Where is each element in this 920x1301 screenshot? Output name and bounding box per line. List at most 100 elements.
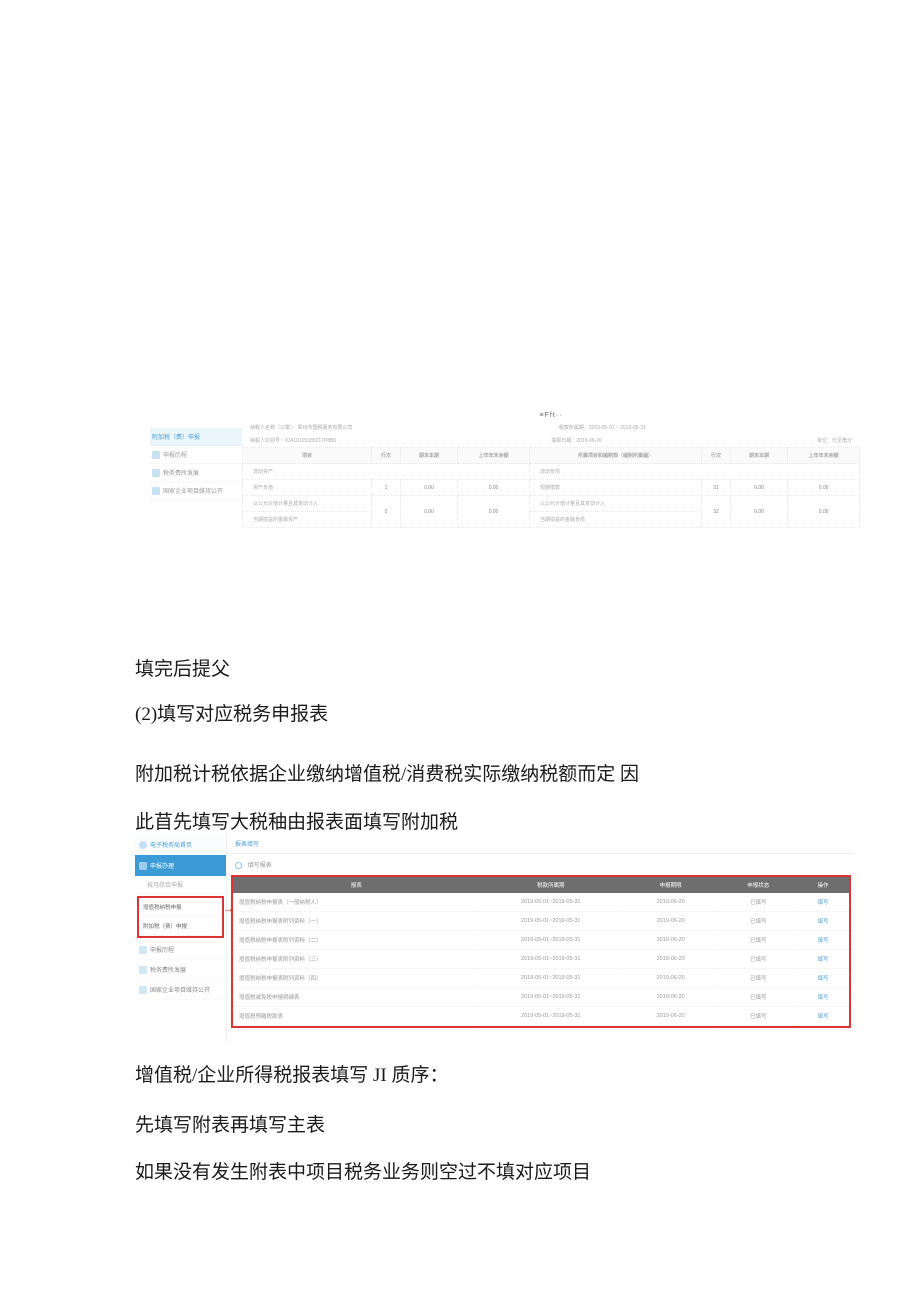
doc-icon	[139, 946, 147, 954]
col-current: 期末本期	[400, 448, 457, 464]
sidebar-item-history[interactable]: 申报历程	[150, 446, 242, 464]
col-report-name: 报表	[233, 877, 479, 893]
sidebar-sub-vat[interactable]: 增值税纳税申报	[139, 898, 222, 917]
col-period: 税款所属期	[479, 877, 622, 893]
table-row: 增值税纳税申报表（一般纳税人）2019-05-01~2019-05-312019…	[233, 893, 849, 912]
circle-icon	[235, 862, 242, 869]
table-row: 增值税预缴税款表2019-05-01~2019-05-312019-06-20已…	[233, 1007, 849, 1026]
doc-icon	[139, 986, 147, 994]
sidebar-sub-monthly[interactable]: 按月综合申报	[135, 876, 226, 894]
sidebar-item-disclosure[interactable]: 国家企业项目维持公开	[135, 980, 226, 1000]
col-ytd2: 上年年末余额	[788, 448, 860, 464]
report-list-table: 报表 税款所属期 申报期限 申报状态 操作 增值税纳税申报表（一般纳税人）201…	[233, 877, 849, 1026]
fill-hint-label: 填写报表	[248, 863, 272, 869]
cell-report-name: 增值税减免税申报明细表	[233, 988, 479, 1007]
sidebar-nav-2: 电子税务局首页 申报办理 按月综合申报 增值税纳税申报 附加税（费）申报 申报历…	[135, 834, 227, 1042]
highlight-box-sidebar: 增值税纳税申报 附加税（费）申报	[137, 896, 224, 938]
sidebar-item-history[interactable]: 申报历程	[135, 940, 226, 960]
fill-link[interactable]: 填写	[797, 988, 849, 1007]
form-title: ≡Fft··	[242, 410, 860, 421]
col-ytd: 上年年末余额	[458, 448, 530, 464]
form-meta-row-2: 纳税人识别号：91410105335217P8B0 填报日期：2019-06-2…	[242, 434, 860, 447]
col-status: 申报状态	[719, 877, 797, 893]
fill-hint: 填写报表	[227, 854, 855, 875]
home-icon	[139, 841, 147, 849]
sidebar-item-fee[interactable]: 税务费所发展	[150, 464, 242, 482]
cell-period: 2019-05-01~2019-05-31	[479, 912, 622, 931]
cell-period: 2019-05-01~2019-05-31	[479, 893, 622, 912]
doc-icon	[152, 487, 160, 495]
cell-due: 2019-06-20	[622, 1007, 719, 1026]
table-row: 以公允价值计量且其变动计入 2 0.00 0.00 以公允价值计量且其变动计入 …	[243, 496, 860, 512]
unit-label: 单位：元至角分	[817, 437, 852, 444]
cell-status: 已填写	[719, 912, 797, 931]
cell-report-name: 增值税纳税申报表（一般纳税人）	[233, 893, 479, 912]
fill-link[interactable]: 填写	[797, 893, 849, 912]
sidebar-label: 税务费所发展	[163, 468, 199, 477]
cell-status: 已填写	[719, 931, 797, 950]
doc-icon	[152, 451, 160, 459]
paragraph-order-heading: 增值税/企业所得税报表填写 JI 质序：	[135, 1055, 449, 1097]
cell-report-name: 增值税预缴税款表	[233, 1007, 479, 1026]
cell-status: 已填写	[719, 1007, 797, 1026]
fill-link[interactable]: 填写	[797, 969, 849, 988]
sidebar-item-disclosure[interactable]: 国家企业项目维持公开	[150, 482, 242, 500]
table-row: 增值税纳税申报表附列资料（一）2019-05-01~2019-05-312019…	[233, 912, 849, 931]
col-item2: 所属项目和编制规（编制所属编）	[529, 448, 701, 464]
table-row: 资产负值 1 0.00 0.00 短期借款 31 0.00 0.00	[243, 480, 860, 496]
paragraph-surtax-basis: 附加税计税依据企业缴纳增值税/消费税实际缴纳税额而定 因	[135, 754, 795, 796]
table-row: 增值税纳税申报表附列资料（四）2019-05-01~2019-05-312019…	[233, 969, 849, 988]
cell-period: 2019-05-01~2019-05-31	[479, 988, 622, 1007]
cell-report-name: 增值税纳税申报表附列资料（二）	[233, 931, 479, 950]
form-content-1: ≡Fft·· 纳税人名称（公章）：郑州市国税服务有限公司 税款所属期：2019-…	[242, 410, 860, 545]
cell-due: 2019-06-20	[622, 988, 719, 1007]
cell-due: 2019-06-20	[622, 912, 719, 931]
col-item: 项目	[243, 448, 372, 464]
section-row: 流动资产 流动负债	[243, 464, 860, 480]
cell-status: 已填写	[719, 893, 797, 912]
highlight-box-table: 报表 税款所属期 申报期限 申报状态 操作 增值税纳税申报表（一般纳税人）201…	[231, 875, 851, 1028]
sidebar-label: 申报办理	[150, 861, 174, 870]
table-header-row: 报表 税款所属期 申报期限 申报状态 操作	[233, 877, 849, 893]
sidebar-item-fee[interactable]: 税务费所发展	[135, 960, 226, 980]
fill-link[interactable]: 填写	[797, 950, 849, 969]
taxpayer-name: 纳税人名称（公章）：郑州市国税服务有限公司	[250, 424, 353, 431]
fill-link[interactable]: 填写	[797, 912, 849, 931]
cell-report-name: 增值税纳税申报表附列资料（三）	[233, 950, 479, 969]
tax-period: 税款所属期：2019-05-01 ~ 2019-05-31	[559, 424, 646, 431]
section-liab: 流动负债	[529, 464, 859, 480]
cell-report-name: 增值税纳税申报表附列资料（四）	[233, 969, 479, 988]
sidebar-label: 申报历程	[150, 945, 174, 954]
fill-link[interactable]: 填写	[797, 931, 849, 950]
cell-due: 2019-06-20	[622, 893, 719, 912]
form-meta-row-1: 纳税人名称（公章）：郑州市国税服务有限公司 税款所属期：2019-05-01 ~…	[242, 421, 860, 434]
declare-icon	[139, 862, 147, 870]
cell-due: 2019-06-20	[622, 931, 719, 950]
fill-date: 填报日期：2019-06-20	[551, 437, 602, 444]
taxpayer-id: 纳税人识别号：91410105335217P8B0	[250, 437, 336, 444]
sidebar-sub-surtax[interactable]: 附加税（费）申报	[139, 917, 222, 936]
sidebar-nav-1: 附加税（费）申报 申报历程 税务费所发展 国家企业项目维持公开	[150, 410, 242, 545]
paragraph-skip-empty: 如果没有发生附表中项目税务业务则空过不填对应项目	[135, 1152, 591, 1194]
col-current2: 期末本期	[730, 448, 787, 464]
cell-due: 2019-06-20	[622, 969, 719, 988]
paragraph-submit: 填完后提父	[135, 649, 230, 691]
paragraph-fill-appendix-first: 先填写附表再填写主表	[135, 1105, 325, 1147]
cell-report-name: 增值税纳税申报表附列资料（一）	[233, 912, 479, 931]
sidebar-item-declare[interactable]: 申报办理	[135, 855, 226, 876]
section-assets: 流动资产	[243, 464, 530, 480]
tab-fill[interactable]: 报表填写	[227, 834, 855, 854]
cell-due: 2019-06-20	[622, 950, 719, 969]
cell-status: 已填写	[719, 988, 797, 1007]
fill-link[interactable]: 填写	[797, 1007, 849, 1026]
cell-period: 2019-05-01~2019-05-31	[479, 931, 622, 950]
cell-status: 已填写	[719, 950, 797, 969]
cell-period: 2019-05-01~2019-05-31	[479, 969, 622, 988]
doc-icon	[152, 469, 160, 477]
sidebar-label: 申报历程	[163, 450, 187, 459]
sidebar-item-surtax[interactable]: 附加税（费）申报	[150, 428, 242, 446]
table-header-row: 项目 行次 期末本期 上年年末余额 所属项目和编制规（编制所属编） 行次 期末本…	[243, 448, 860, 464]
sidebar-home[interactable]: 电子税务局首页	[135, 834, 226, 855]
cell-status: 已填写	[719, 969, 797, 988]
col-line: 行次	[372, 448, 401, 464]
